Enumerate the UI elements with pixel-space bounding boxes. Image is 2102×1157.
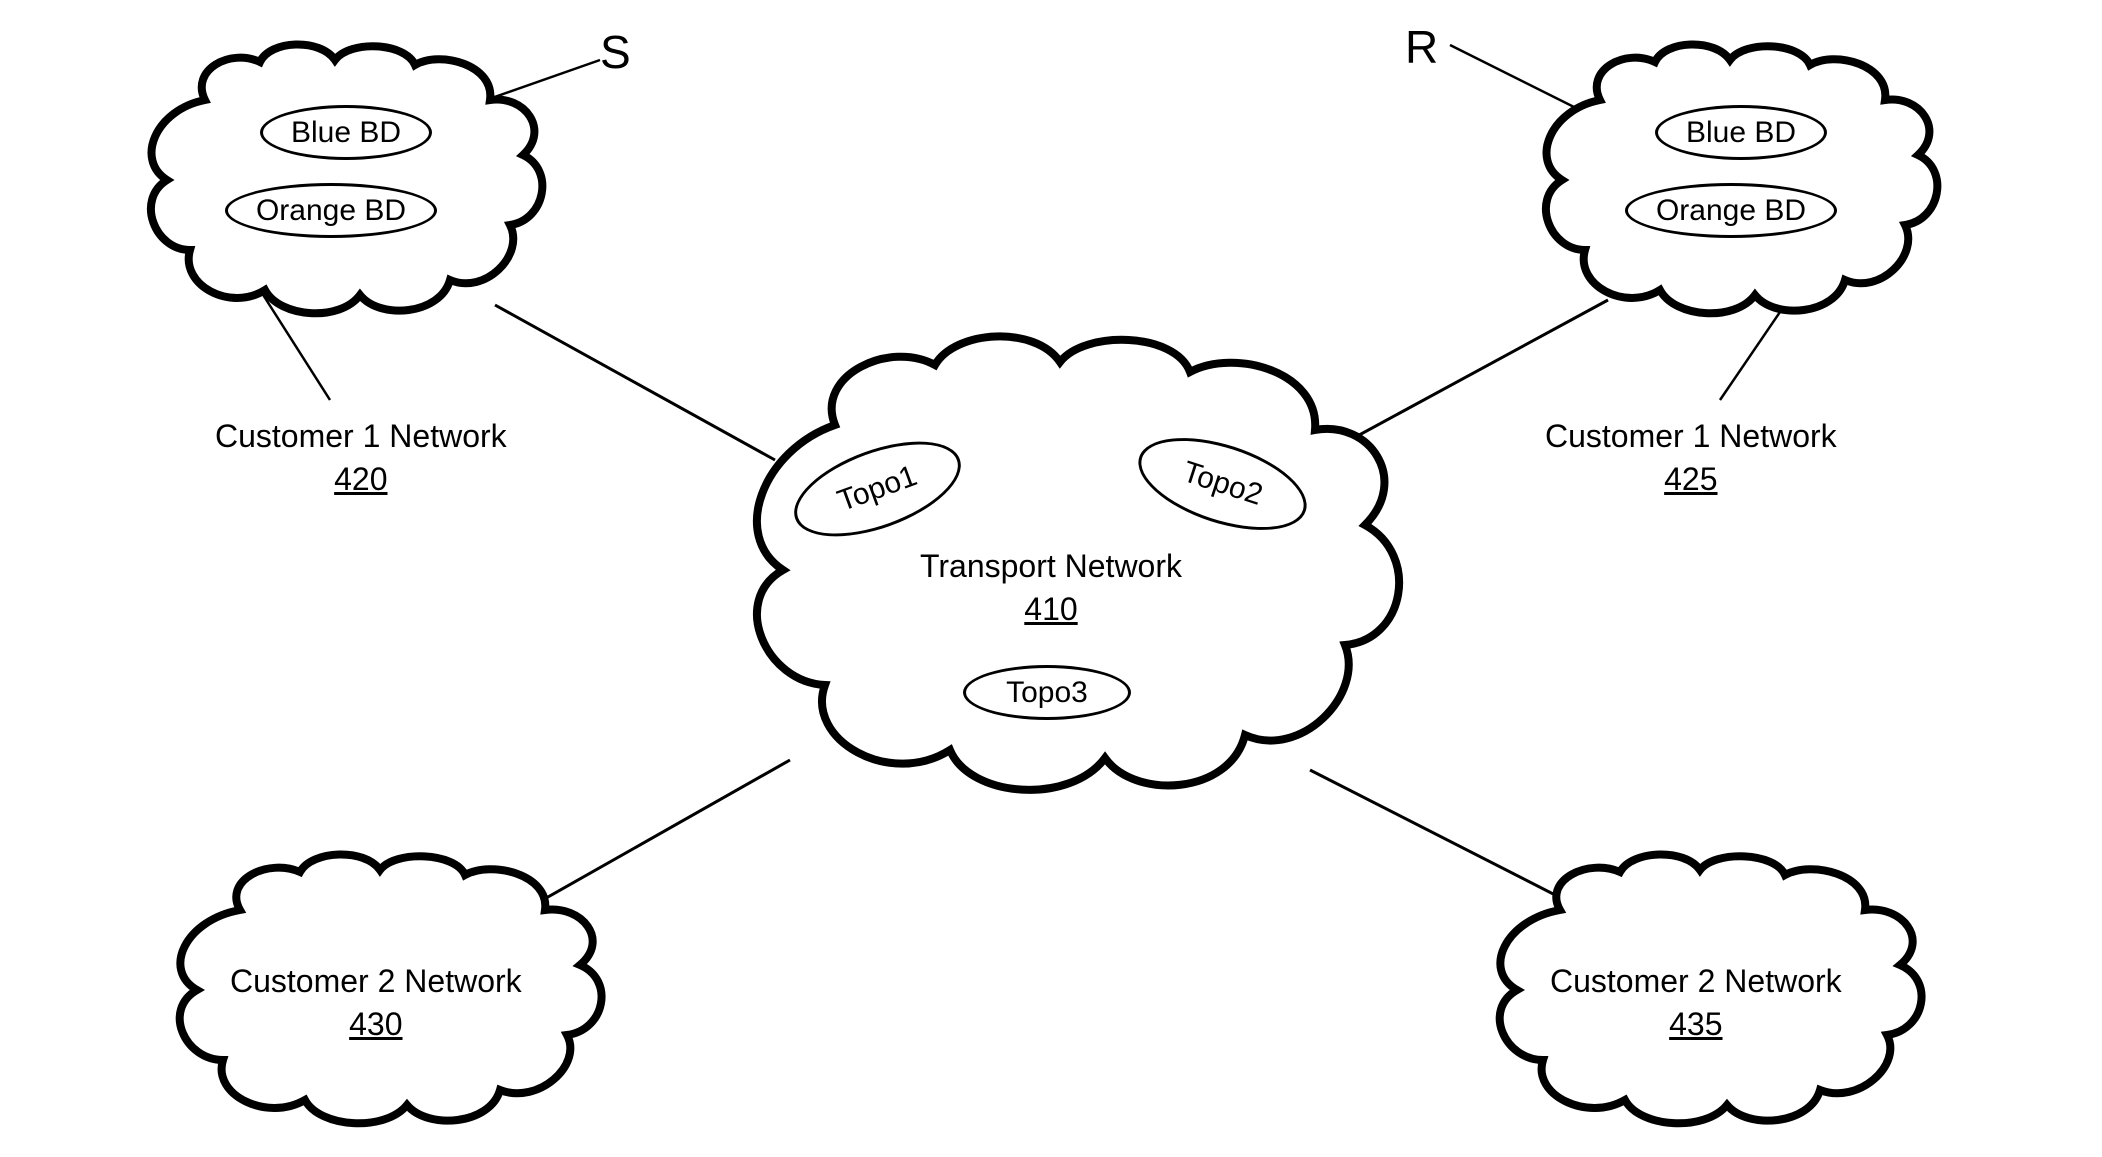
transport-number: 410: [1024, 591, 1077, 627]
ellipse-orange-bd-right: Orange BD: [1625, 183, 1837, 238]
topo2-label: Topo2: [1178, 455, 1266, 513]
topo3-label: Topo3: [1006, 676, 1088, 710]
label-customer1-right: Customer 1 Network 425: [1545, 415, 1837, 501]
c1-left-title: Customer 1 Network: [215, 418, 507, 454]
tag-s: S: [600, 25, 631, 79]
label-customer2-right: Customer 2 Network 435: [1550, 960, 1842, 1046]
transport-title: Transport Network: [920, 548, 1182, 584]
orange-bd-left-label: Orange BD: [256, 194, 406, 228]
ellipse-topo3: Topo3: [963, 665, 1131, 720]
label-customer2-left: Customer 2 Network 430: [230, 960, 522, 1046]
ellipse-blue-bd-right: Blue BD: [1655, 105, 1827, 160]
c2-right-title: Customer 2 Network: [1550, 963, 1842, 999]
c1-left-number: 420: [334, 461, 387, 497]
ellipse-blue-bd-left: Blue BD: [260, 105, 432, 160]
c2-right-number: 435: [1669, 1006, 1722, 1042]
blue-bd-right-label: Blue BD: [1686, 116, 1796, 150]
tag-r: R: [1405, 20, 1438, 74]
orange-bd-right-label: Orange BD: [1656, 194, 1806, 228]
c1-right-title: Customer 1 Network: [1545, 418, 1837, 454]
label-transport: Transport Network 410: [920, 545, 1182, 631]
c2-left-number: 430: [349, 1006, 402, 1042]
c1-right-number: 425: [1664, 461, 1717, 497]
topo1-label: Topo1: [833, 459, 921, 519]
c2-left-title: Customer 2 Network: [230, 963, 522, 999]
blue-bd-left-label: Blue BD: [291, 116, 401, 150]
label-customer1-left: Customer 1 Network 420: [215, 415, 507, 501]
ellipse-orange-bd-left: Orange BD: [225, 183, 437, 238]
